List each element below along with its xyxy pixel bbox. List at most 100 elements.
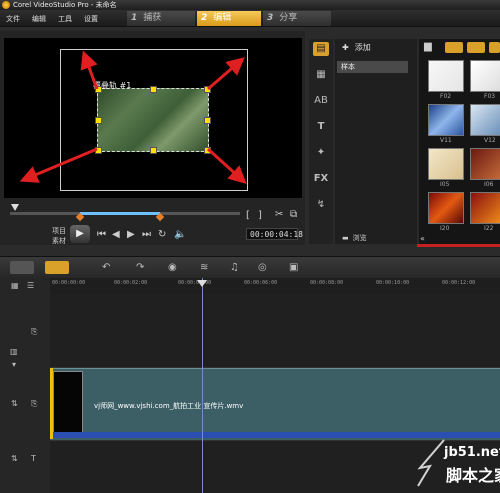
timeline-view-button[interactable] — [45, 261, 69, 274]
repeat-icon[interactable]: ↻ — [158, 229, 166, 240]
scissors-icon[interactable]: ✂ — [275, 209, 283, 220]
show-audio-icon[interactable] — [489, 42, 500, 53]
browse-button[interactable]: ▬ 浏览 — [342, 233, 367, 243]
thumb-label: V12 — [484, 137, 496, 144]
prev-frame-icon[interactable]: ◀ — [112, 229, 120, 240]
overlay-track-icon[interactable]: ⎘ — [31, 399, 37, 409]
expand-icon[interactable]: ⧉ — [290, 209, 297, 220]
show-photo-icon[interactable] — [467, 42, 485, 53]
clip-thumbnail — [53, 371, 83, 435]
thumb-label: I05 — [440, 181, 450, 188]
thumb-label: I06 — [484, 181, 494, 188]
ruler-label: 00:00:10:00 — [376, 280, 410, 286]
next-frame-icon[interactable]: ▶ — [127, 229, 135, 240]
play-button[interactable]: ▶ — [70, 225, 90, 243]
show-video-icon[interactable] — [445, 42, 463, 53]
tab-share-num: 3 — [267, 13, 274, 23]
thumb-f02[interactable] — [428, 60, 464, 92]
menu-edit[interactable]: 编辑 — [32, 14, 46, 24]
tab-share[interactable]: 3 分享 — [263, 11, 331, 26]
timeline-playhead-handle[interactable] — [197, 280, 207, 287]
thumb-i06[interactable] — [470, 148, 500, 180]
ruler-label: 00:00:02:00 — [114, 280, 148, 286]
title-bar: Corel VideoStudio Pro - 未命名 — [0, 0, 500, 10]
instant-project-icon[interactable]: ▦ — [313, 68, 329, 82]
transition-icon[interactable]: AB — [313, 94, 329, 108]
path-icon[interactable]: ↯ — [313, 198, 329, 212]
folder-sample[interactable]: 样本 — [337, 61, 408, 73]
lock-icon[interactable]: ⇅ — [11, 399, 18, 408]
drag-arrows-annotation — [19, 50, 247, 185]
thumb-i22[interactable] — [470, 192, 500, 224]
tab-edit-label: 编辑 — [213, 13, 232, 23]
volume-icon[interactable]: 🔈 — [174, 229, 186, 240]
scrubber-playhead[interactable] — [11, 204, 19, 211]
home-icon[interactable]: ⏮ — [97, 229, 106, 240]
thumb-label: F02 — [440, 93, 452, 100]
clip-name: vj师网_www.vjshi.com_航拍工业 宣传片.wmv — [94, 402, 244, 410]
thumb-v12[interactable] — [470, 104, 500, 136]
plus-icon: ✚ — [342, 43, 349, 52]
ruler-label: 00:00:00:00 — [52, 280, 86, 286]
filter-icon[interactable]: FX — [313, 172, 329, 186]
mode-clip[interactable]: 素材 — [52, 236, 66, 246]
redo-icon[interactable]: ↷ — [136, 262, 144, 273]
tab-capture-label: 捕获 — [143, 13, 162, 23]
arrow-top-right — [207, 57, 245, 91]
timeline-toolbar — [0, 256, 500, 279]
trim-selection — [80, 212, 160, 215]
thumb-i05[interactable] — [428, 148, 464, 180]
track-dropdown-icon[interactable]: ▾ — [12, 360, 16, 369]
thumb-v11[interactable] — [428, 104, 464, 136]
mark-out-icon[interactable]: ] — [258, 210, 262, 221]
timecode-display[interactable]: 00:00:04:18 — [246, 228, 303, 240]
add-folder-label: 添加 — [354, 43, 371, 52]
video-track-icon[interactable]: ⎘ — [31, 327, 37, 337]
window-title: Corel VideoStudio Pro - 未命名 — [13, 1, 117, 9]
library-scroll-strip — [417, 244, 500, 247]
graphic-icon[interactable]: ✦ — [313, 146, 329, 160]
title-icon[interactable]: T — [313, 120, 329, 134]
thumb-label: V11 — [440, 137, 452, 144]
tab-capture[interactable]: 1 捕获 — [127, 11, 195, 26]
timeline-playhead[interactable] — [202, 278, 203, 493]
thumb-label: I22 — [484, 225, 494, 232]
mode-project[interactable]: 项目 — [52, 226, 66, 236]
collapse-icon[interactable]: « — [420, 234, 425, 243]
ruler-label: 00:00:12:00 — [442, 280, 476, 286]
title-track-icon[interactable]: T — [31, 454, 36, 463]
watermark-name: 脚本之家 — [446, 466, 500, 485]
tab-edit[interactable]: 2 编辑 — [197, 11, 261, 26]
thumb-label: F03 — [484, 93, 496, 100]
thumb-i20[interactable] — [428, 192, 464, 224]
ruler-label: 00:00:08:00 — [310, 280, 344, 286]
arrow-top-left — [80, 50, 99, 90]
browse-label: 浏览 — [352, 234, 367, 242]
auto-music-icon[interactable]: ♫ — [230, 262, 239, 273]
thumb-f03[interactable] — [470, 60, 500, 92]
add-folder-button[interactable]: ✚ 添加 — [342, 42, 371, 53]
menu-file[interactable]: 文件 — [6, 14, 20, 24]
menu-settings[interactable]: 设置 — [84, 14, 98, 24]
track-manager-icon[interactable]: ▦ — [11, 281, 19, 290]
motion-tracking-icon[interactable]: ◎ — [258, 262, 267, 273]
app-icon — [2, 1, 10, 9]
mark-in-icon[interactable]: [ — [246, 210, 250, 221]
undo-icon[interactable]: ↶ — [102, 262, 110, 273]
chapter-icon[interactable]: ☰ — [27, 281, 34, 290]
end-icon[interactable]: ⏭ — [142, 229, 151, 240]
folder-icon[interactable]: ▆ — [424, 41, 432, 52]
thumb-label: I20 — [440, 225, 450, 232]
tab-capture-num: 1 — [131, 13, 138, 23]
title-lock-icon[interactable]: ⇅ — [11, 454, 18, 463]
subtitle-editor-icon[interactable]: ▣ — [289, 262, 298, 273]
storyboard-view-button[interactable] — [10, 261, 34, 274]
menu-tools[interactable]: 工具 — [58, 14, 72, 24]
ripple-edit-icon[interactable]: ▥ — [10, 347, 18, 356]
arrow-bottom-right — [206, 147, 247, 185]
browse-icon: ▬ — [342, 234, 349, 242]
ruler-label: 00:00:06:00 — [244, 280, 278, 286]
record-capture-icon[interactable]: ◉ — [168, 262, 177, 273]
media-icon[interactable]: ▤ — [313, 42, 329, 56]
audio-mixer-icon[interactable]: ≋ — [200, 262, 208, 273]
